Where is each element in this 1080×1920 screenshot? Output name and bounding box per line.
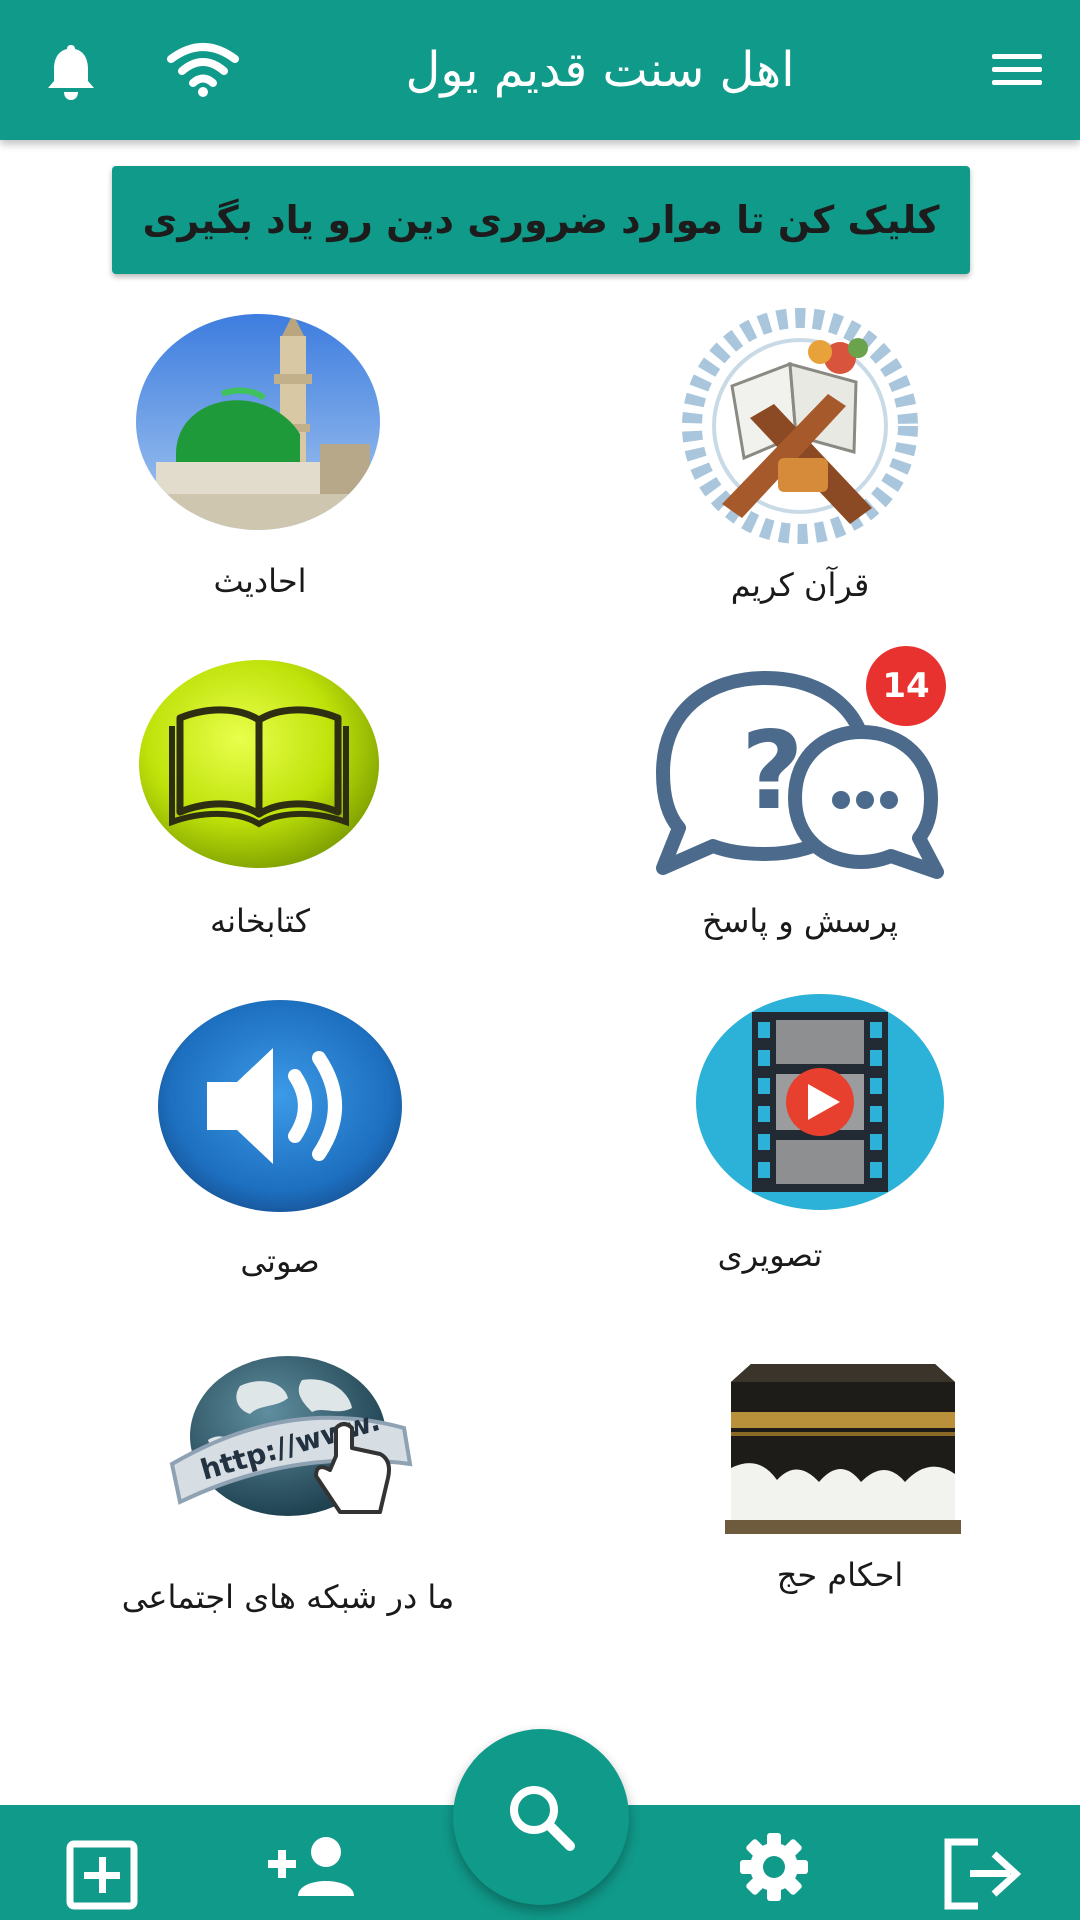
app-title: اهل سنت قدیم یول xyxy=(405,42,795,98)
tile-audio[interactable]: صوتی xyxy=(130,980,430,1290)
logout-button[interactable] xyxy=(940,1835,1024,1913)
add-item-button[interactable] xyxy=(62,1835,142,1915)
tile-hajj[interactable]: احکام حج xyxy=(700,1340,980,1600)
gear-icon xyxy=(740,1833,808,1901)
kaaba-icon xyxy=(725,1364,961,1534)
logout-icon xyxy=(944,1838,1022,1910)
tile-quran-label: قرآن کریم xyxy=(730,566,870,604)
video-film-icon xyxy=(696,994,944,1210)
notification-bell-button[interactable] xyxy=(36,36,106,106)
tile-social-networks-label: ما در شبکه های اجتماعی xyxy=(121,1578,455,1616)
tile-library-label: کتابخانه xyxy=(209,902,310,940)
tile-hajj-label: احکام حج xyxy=(776,1556,904,1594)
tile-video-label: تصویری xyxy=(717,1236,823,1274)
tile-audio-label: صوتی xyxy=(240,1242,320,1280)
learn-essentials-banner-button[interactable]: کلیک کن تا موارد ضروری دین رو یاد بگیری xyxy=(112,166,970,274)
tile-question-answer-label: پرسش و پاسخ xyxy=(701,902,899,940)
wifi-status-button[interactable] xyxy=(166,40,240,100)
tile-hadith[interactable]: احادیث xyxy=(110,300,410,610)
add-user-button[interactable] xyxy=(262,1831,362,1901)
search-button[interactable] xyxy=(453,1729,629,1905)
search-icon xyxy=(510,1786,575,1851)
add-box-icon xyxy=(66,1840,138,1910)
speaker-icon xyxy=(158,1000,402,1212)
mosque-dome-icon xyxy=(136,314,380,530)
unread-count-badge: 14 xyxy=(866,646,946,726)
wifi-icon xyxy=(167,43,239,97)
hamburger-menu-icon xyxy=(992,54,1042,85)
open-book-icon xyxy=(139,660,379,868)
banner-text: کلیک کن تا موارد ضروری دین رو یاد بگیری xyxy=(142,198,940,242)
globe-www-icon: http://www. xyxy=(169,1356,413,1516)
tile-social-networks[interactable]: http://www. ما در شبکه های اجتماعی xyxy=(110,1340,490,1630)
menu-button[interactable] xyxy=(982,45,1052,95)
app-bar: اهل سنت قدیم یول xyxy=(0,0,1080,140)
bell-icon xyxy=(48,45,94,100)
quran-icon xyxy=(682,308,918,544)
tile-video[interactable]: تصویری xyxy=(660,980,980,1300)
tile-quran[interactable]: قرآن کریم xyxy=(620,300,980,620)
settings-button[interactable] xyxy=(736,1829,812,1905)
add-person-icon xyxy=(268,1837,354,1896)
tile-hadith-label: احادیث xyxy=(213,562,307,600)
tile-library[interactable]: کتابخانه xyxy=(110,640,410,950)
tile-question-answer[interactable]: ? 14 پرسش و پاسخ xyxy=(640,640,960,960)
